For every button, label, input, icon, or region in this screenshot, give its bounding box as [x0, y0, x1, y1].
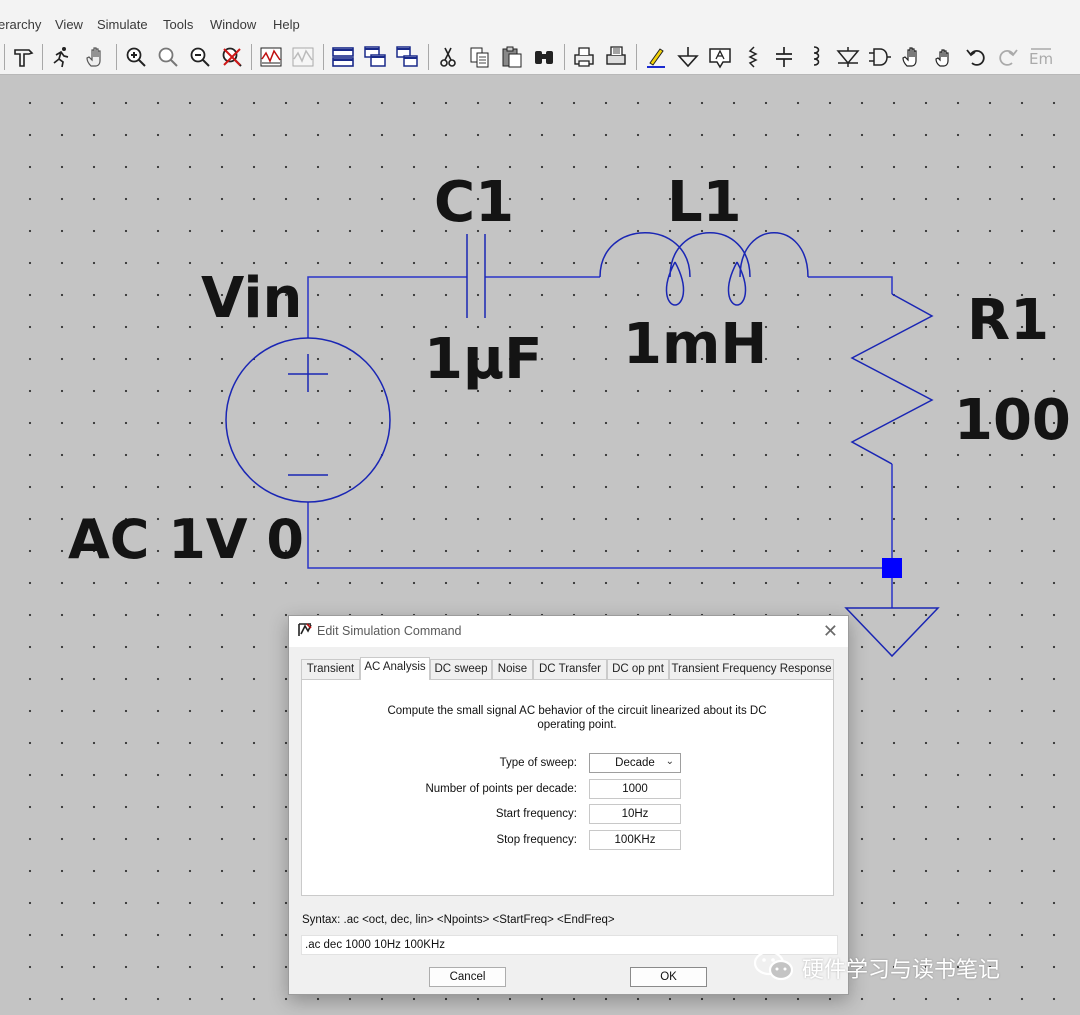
- c1-value-label[interactable]: 1μF: [424, 332, 542, 388]
- close-icon[interactable]: ✕: [823, 621, 838, 642]
- wire-vin-return[interactable]: [307, 502, 892, 569]
- chevron-down-icon: ⌄: [665, 756, 674, 767]
- ground-symbol[interactable]: [844, 607, 940, 658]
- text-icon[interactable]: Em: [1028, 45, 1054, 69]
- plot-icon[interactable]: [259, 45, 283, 69]
- print-setup-icon[interactable]: [604, 45, 628, 69]
- points-per-decade-input[interactable]: 1000: [589, 779, 681, 799]
- print-icon[interactable]: [572, 45, 596, 69]
- menu-help[interactable]: Help: [273, 17, 300, 32]
- voltage-source-symbol[interactable]: [225, 337, 391, 503]
- edit-simulation-command-dialog: Edit Simulation Command ✕ Transient AC A…: [288, 615, 849, 995]
- wire-junction[interactable]: [882, 558, 902, 578]
- ground-icon[interactable]: [676, 45, 700, 69]
- hammer-icon[interactable]: [12, 45, 36, 69]
- resistor-symbol[interactable]: [850, 293, 934, 465]
- toolbar-separator: [636, 44, 637, 70]
- points-per-decade-label: Number of points per decade:: [425, 783, 577, 795]
- toolbar-separator: [251, 44, 252, 70]
- l1-value-label[interactable]: 1mH: [623, 317, 767, 373]
- zoom-in-icon[interactable]: [124, 45, 148, 69]
- wire-l1-to-r1[interactable]: [808, 276, 893, 294]
- diode-icon[interactable]: [836, 45, 860, 69]
- toolbar-separator: [42, 44, 43, 70]
- component-icon[interactable]: [868, 45, 892, 69]
- wechat-logo-icon: [753, 950, 794, 981]
- cut-icon[interactable]: [436, 45, 460, 69]
- zoom-cancel-icon[interactable]: [220, 45, 244, 69]
- toolbar-separator: [323, 44, 324, 70]
- ltspice-app-icon: [298, 623, 312, 636]
- wires: [307, 276, 893, 608]
- sweep-type-select[interactable]: Decade ⌄: [589, 753, 681, 773]
- vin-value-label[interactable]: AC 1V 0: [68, 513, 304, 567]
- zoom-fit-icon[interactable]: [188, 45, 212, 69]
- watermark: 硬件学习与读书笔记: [752, 948, 1000, 988]
- c1-name-label[interactable]: C1: [434, 175, 514, 231]
- resistor-icon[interactable]: [740, 45, 764, 69]
- tile-vertical-icon[interactable]: [395, 45, 419, 69]
- l1-name-label[interactable]: L1: [667, 175, 742, 231]
- capacitor-icon[interactable]: [772, 45, 796, 69]
- svg-text:Em: Em: [1029, 50, 1053, 68]
- tab-dc-transfer[interactable]: DC Transfer: [533, 659, 607, 679]
- syntax-hint: Syntax: .ac <oct, dec, lin> <Npoints> <S…: [302, 914, 615, 926]
- analysis-description: Compute the small signal AC behavior of …: [387, 705, 767, 731]
- menu-simulate[interactable]: Simulate: [97, 17, 148, 32]
- menu-tools[interactable]: Tools: [163, 17, 193, 32]
- tab-dc-op-pnt[interactable]: DC op pnt: [607, 659, 669, 679]
- dialog-title-bar[interactable]: Edit Simulation Command ✕: [289, 616, 848, 647]
- start-frequency-input[interactable]: 10Hz: [589, 804, 681, 824]
- tab-noise[interactable]: Noise: [492, 659, 533, 679]
- tile-horizontal-icon[interactable]: [331, 45, 355, 69]
- drag-icon[interactable]: [932, 45, 956, 69]
- menu-bar: erarchy View Simulate Tools Window Help: [0, 0, 1080, 39]
- toolbar-separator: [428, 44, 429, 70]
- ok-button[interactable]: OK: [630, 967, 707, 987]
- move-icon[interactable]: [900, 45, 924, 69]
- r1-value-label[interactable]: 100: [954, 393, 1071, 449]
- tab-transient-frequency-response[interactable]: Transient Frequency Response: [669, 659, 834, 679]
- toolbar-separator: [564, 44, 565, 70]
- sweep-type-label: Type of sweep:: [499, 757, 577, 769]
- r1-name-label[interactable]: R1: [967, 293, 1049, 349]
- find-icon[interactable]: [532, 45, 556, 69]
- start-frequency-label: Start frequency:: [495, 808, 577, 820]
- tab-ac-analysis[interactable]: AC Analysis: [360, 657, 430, 680]
- toolbar: Em: [0, 38, 1080, 75]
- stop-frequency-input[interactable]: 100KHz: [589, 830, 681, 850]
- vin-name-label[interactable]: Vin: [201, 271, 302, 327]
- stop-frequency-label: Stop frequency:: [496, 834, 577, 846]
- watermark-text: 硬件学习与读书笔记: [802, 957, 1001, 982]
- zoom-out-icon[interactable]: [156, 45, 180, 69]
- inductor-symbol[interactable]: [599, 232, 809, 306]
- inductor-icon[interactable]: [804, 45, 828, 69]
- menu-hierarchy[interactable]: erarchy: [0, 17, 41, 32]
- ac-analysis-panel: Compute the small signal AC behavior of …: [301, 679, 834, 896]
- dialog-title: Edit Simulation Command: [317, 624, 462, 638]
- toolbar-separator: [116, 44, 117, 70]
- copy-icon[interactable]: [468, 45, 492, 69]
- paste-icon[interactable]: [500, 45, 524, 69]
- hand-icon[interactable]: [84, 45, 108, 69]
- plot-disabled-icon[interactable]: [291, 45, 315, 69]
- tab-dc-sweep[interactable]: DC sweep: [430, 659, 492, 679]
- menu-view[interactable]: View: [55, 17, 83, 32]
- tab-transient[interactable]: Transient: [301, 659, 360, 679]
- draw-wire-icon[interactable]: [644, 45, 668, 69]
- cascade-icon[interactable]: [363, 45, 387, 69]
- label-net-icon[interactable]: [708, 45, 732, 69]
- cancel-button[interactable]: Cancel: [429, 967, 506, 987]
- run-icon[interactable]: [50, 45, 74, 69]
- undo-icon[interactable]: [964, 45, 988, 69]
- sweep-type-value: Decade: [615, 757, 655, 769]
- toolbar-separator: [4, 44, 5, 70]
- capacitor-symbol[interactable]: [466, 234, 486, 318]
- menu-window[interactable]: Window: [210, 17, 256, 32]
- redo-icon[interactable]: [996, 45, 1020, 69]
